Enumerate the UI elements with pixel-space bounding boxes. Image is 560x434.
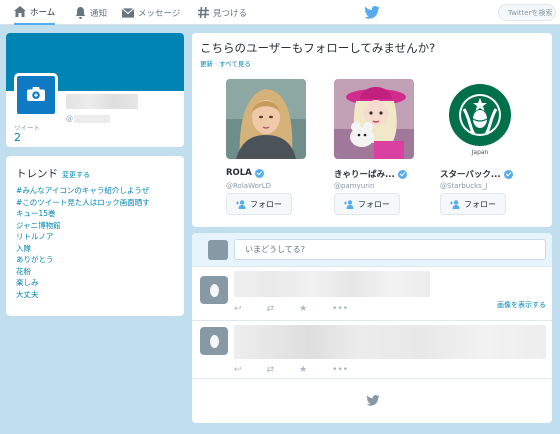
retweet-icon[interactable]: ⇄ <box>267 365 275 375</box>
bell-icon <box>74 6 86 19</box>
trends-card: トレンド 変更する #みんなアイコンのキャラ紹介しようぜ #このツイート見た人は… <box>6 156 184 316</box>
follow-button-label: フォロー <box>250 199 282 209</box>
suggested-user-photo[interactable]: Japan <box>440 79 520 159</box>
profile-handle-redacted <box>74 115 110 123</box>
reply-icon[interactable]: ↩ <box>234 304 242 314</box>
profile-name-redacted[interactable] <box>66 94 138 109</box>
nav-home[interactable]: ホーム <box>14 0 56 25</box>
trend-list: #みんなアイコンのキャラ紹介しようぜ #このツイート見た人はロック画面晒す キュ… <box>16 185 150 300</box>
more-options-icon[interactable]: ••• <box>332 304 348 314</box>
composer-avatar <box>208 240 228 260</box>
suggested-user-rola: ROLA @RolaWorLD フォロー <box>226 79 316 219</box>
trend-item[interactable]: 花粉 <box>16 266 150 278</box>
tweet-avatar[interactable] <box>200 276 228 304</box>
who-to-follow-card: こちらのユーザーもフォローしてみませんか? 更新 · すべて見る ROLA @Rol… <box>192 33 552 227</box>
trends-header: トレンド 変更する <box>16 166 90 181</box>
trends-title: トレンド <box>16 168 58 180</box>
suggested-user-name-text: ROLA <box>226 168 252 178</box>
nav-messages-label: メッセージ <box>138 8 181 19</box>
timeline-end-bird-icon <box>366 395 380 406</box>
nav-notifications-label: 通知 <box>90 8 108 19</box>
trend-item[interactable]: リトルノア <box>16 231 150 243</box>
profile-handle[interactable]: @ <box>66 115 110 123</box>
show-media-link[interactable]: 画像を表示する <box>497 300 546 310</box>
profile-handle-prefix: @ <box>66 115 73 123</box>
tweet-actions: ↩ ⇄ ★ ••• <box>234 304 373 314</box>
follow-button[interactable]: フォロー <box>440 193 506 215</box>
favorite-star-icon[interactable]: ★ <box>299 304 307 314</box>
verified-badge-icon <box>503 169 513 179</box>
tweet-compose-input[interactable]: いまどうしてる? <box>234 239 546 260</box>
suggested-user-name-text: スターバック... <box>440 170 501 180</box>
top-navigation-bar: ホーム 通知 メッセージ 見つける Twitterを検索 <box>0 0 560 25</box>
follow-button-label: フォロー <box>464 199 496 209</box>
who-to-follow-links: 更新 · すべて見る <box>200 58 251 68</box>
timeline-tweet[interactable]: ↩ ⇄ ★ ••• 画像を表示する <box>192 267 552 321</box>
tweet-compose-placeholder: いまどうしてる? <box>245 245 306 254</box>
tweet-actions: ↩ ⇄ ★ ••• <box>234 365 373 375</box>
hashtag-icon <box>197 7 209 19</box>
search-placeholder: Twitterを検索 <box>508 8 553 17</box>
nav-home-label: ホーム <box>30 7 56 18</box>
follow-button[interactable]: フォロー <box>226 193 292 215</box>
follow-button-label: フォロー <box>358 199 390 209</box>
nav-messages[interactable]: メッセージ <box>122 0 180 25</box>
search-input[interactable]: Twitterを検索 <box>498 4 556 21</box>
tweet-content-redacted <box>234 325 546 359</box>
tweet-avatar[interactable] <box>200 327 228 355</box>
follow-person-icon <box>344 199 354 209</box>
view-all-link[interactable]: すべて見る <box>219 60 251 68</box>
trend-item[interactable]: ジャニ博物館 <box>16 220 150 232</box>
more-options-icon[interactable]: ••• <box>332 365 348 375</box>
timeline-tweet[interactable]: ↩ ⇄ ★ ••• <box>192 321 552 379</box>
tweet-content-redacted <box>234 271 430 297</box>
suggested-user-handle[interactable]: @RolaWorLD <box>226 182 271 190</box>
follow-person-icon <box>450 199 460 209</box>
trend-item[interactable]: #このツイート見た人はロック画面晒す <box>16 197 150 209</box>
suggested-user-handle[interactable]: @pamyurin <box>334 182 374 190</box>
reply-icon[interactable]: ↩ <box>234 365 242 375</box>
tweet-composer: いまどうしてる? <box>192 233 552 267</box>
verified-badge-icon <box>254 168 264 178</box>
nav-discover-label: 見つける <box>213 8 248 19</box>
suggested-user-name[interactable]: きゃりーぱみ... <box>334 168 407 180</box>
follow-person-icon <box>236 199 246 209</box>
tweets-count[interactable]: 2 <box>14 131 21 144</box>
trend-item[interactable]: 楽しみ <box>16 277 150 289</box>
retweet-icon[interactable]: ⇄ <box>267 304 275 314</box>
trend-item[interactable]: 大丈夫 <box>16 289 150 301</box>
starbucks-logo-icon <box>440 79 520 159</box>
nav-notifications[interactable]: 通知 <box>74 0 107 25</box>
starbucks-logo-caption: Japan <box>471 149 489 156</box>
refresh-link[interactable]: 更新 <box>200 60 213 68</box>
envelope-icon <box>122 7 134 19</box>
suggested-user-handle[interactable]: @Starbucks_J <box>440 182 487 190</box>
profile-card: @ ツイート 2 <box>6 33 184 147</box>
suggested-user-photo[interactable] <box>226 79 306 159</box>
trend-item[interactable]: ありがとう <box>16 254 150 266</box>
trend-item[interactable]: 入隊 <box>16 243 150 255</box>
twitter-bird-icon[interactable] <box>364 6 380 19</box>
trend-item[interactable]: キュー15巻 <box>16 208 150 220</box>
trends-change-link[interactable]: 変更する <box>62 170 90 180</box>
suggested-user-starbucks: Japan スターバック... @Starbucks_J フォロー <box>440 79 530 219</box>
nav-discover[interactable]: 見つける <box>197 0 247 25</box>
suggested-user-photo[interactable] <box>334 79 414 159</box>
suggested-user-name-text: きゃりーぱみ... <box>334 170 395 180</box>
follow-button[interactable]: フォロー <box>334 193 400 215</box>
suggested-user-name[interactable]: スターバック... <box>440 168 513 180</box>
camera-icon <box>27 87 45 103</box>
suggested-user-name[interactable]: ROLA <box>226 168 264 178</box>
timeline-card: いまどうしてる? ↩ ⇄ ★ ••• 画像を表示する ↩ ⇄ ★ ••• <box>192 233 552 423</box>
trend-item[interactable]: #みんなアイコンのキャラ紹介しようぜ <box>16 185 150 197</box>
verified-badge-icon <box>397 169 407 179</box>
avatar[interactable] <box>14 73 58 117</box>
suggested-user-pamyurin: きゃりーぱみ... @pamyurin フォロー <box>334 79 424 219</box>
home-icon <box>14 6 26 18</box>
link-separator: · <box>215 60 218 68</box>
who-to-follow-title: こちらのユーザーもフォローしてみませんか? <box>200 41 436 55</box>
favorite-star-icon[interactable]: ★ <box>299 365 307 375</box>
